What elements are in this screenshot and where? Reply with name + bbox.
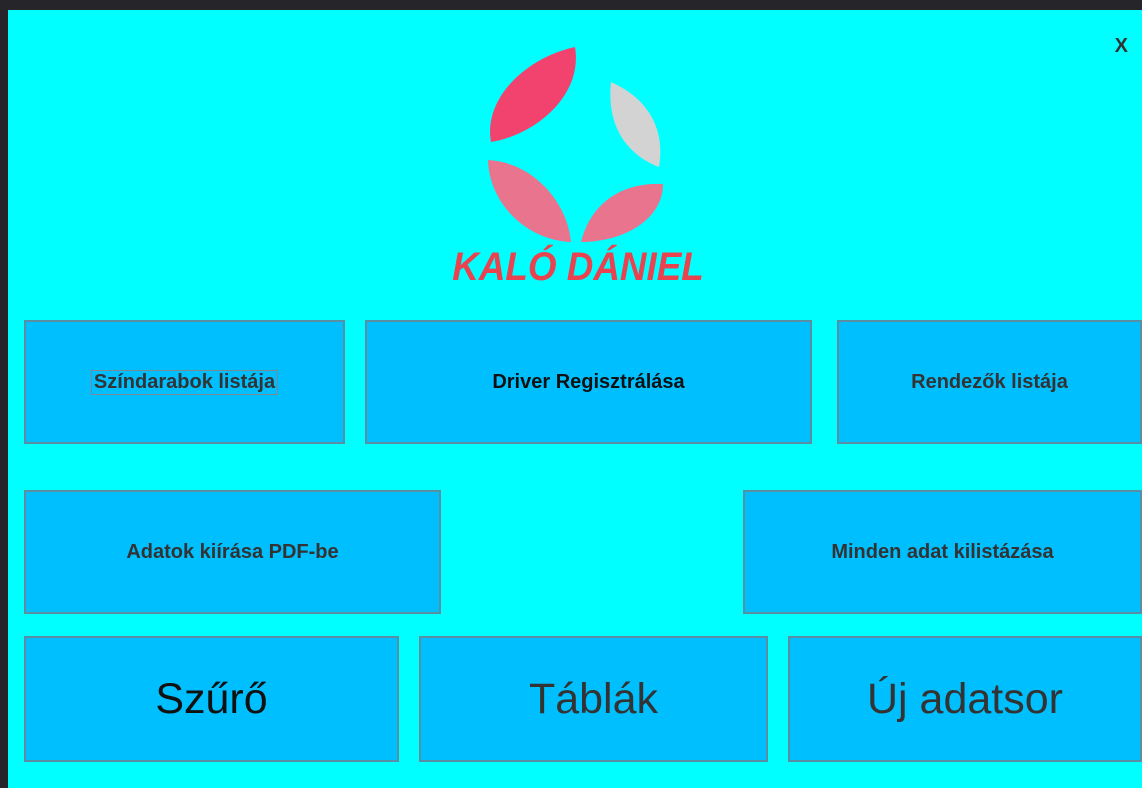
list-all-button[interactable]: Minden adat kilistázása <box>743 490 1142 614</box>
driver-register-label: Driver Regisztrálása <box>492 370 685 393</box>
export-pdf-button[interactable]: Adatok kiírása PDF-be <box>24 490 441 614</box>
filter-button[interactable]: Szűrő <box>24 636 399 762</box>
export-pdf-label: Adatok kiírása PDF-be <box>126 540 339 563</box>
list-all-label: Minden adat kilistázása <box>831 540 1054 563</box>
directors-list-button[interactable]: Rendezők listája <box>837 320 1142 444</box>
main-window: X KALÓ DÁNIEL Színdarabok listája Driver… <box>8 10 1142 788</box>
directors-list-label: Rendezők listája <box>911 370 1068 393</box>
driver-register-button[interactable]: Driver Regisztrálása <box>365 320 812 444</box>
new-record-label: Új adatsor <box>867 674 1063 723</box>
close-button[interactable]: X <box>1115 36 1128 56</box>
plays-list-button[interactable]: Színdarabok listája <box>24 320 345 444</box>
new-record-button[interactable]: Új adatsor <box>788 636 1142 762</box>
filter-label: Szűrő <box>155 674 268 723</box>
logo: KALÓ DÁNIEL <box>428 42 728 292</box>
tables-label: Táblák <box>528 674 659 723</box>
logo-mark-icon <box>488 47 663 242</box>
logo-text: KALÓ DÁNIEL <box>452 245 704 289</box>
plays-list-label: Színdarabok listája <box>90 369 279 395</box>
tables-button[interactable]: Táblák <box>419 636 768 762</box>
